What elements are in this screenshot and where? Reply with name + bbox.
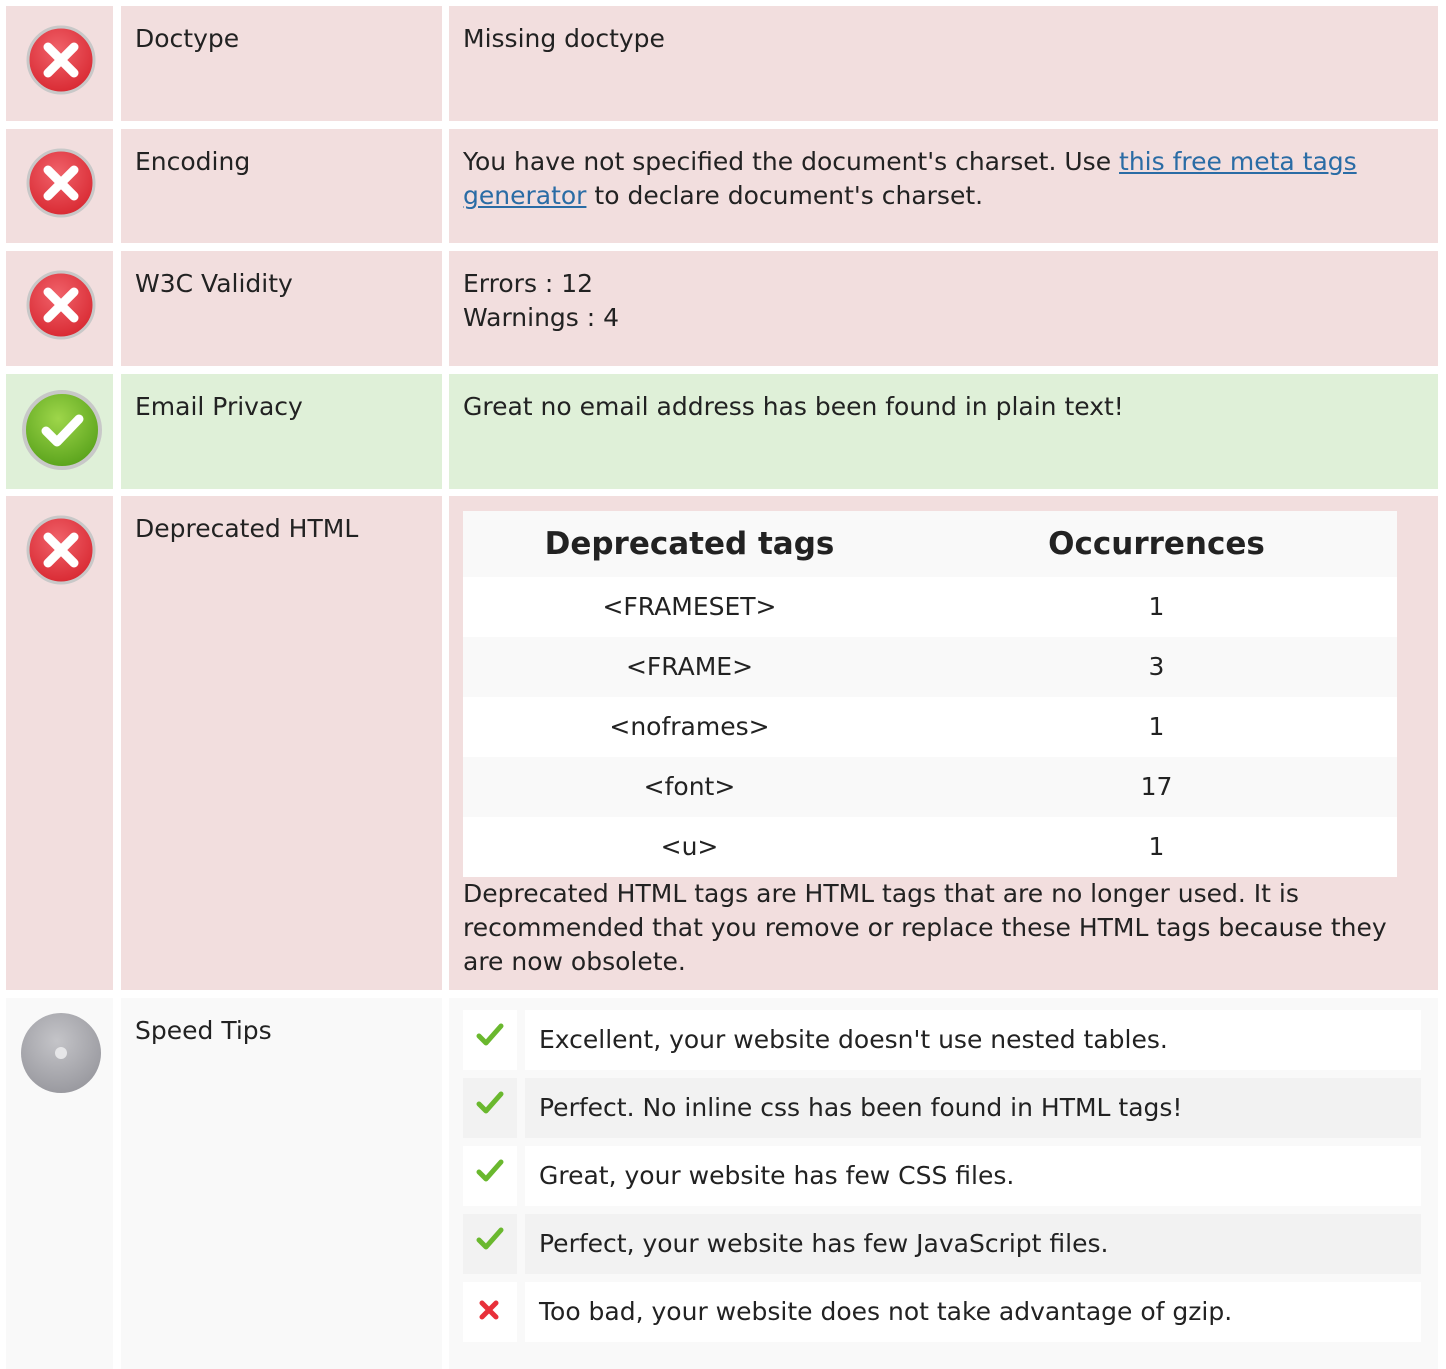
doctype-message: Missing doctype bbox=[463, 24, 665, 53]
tip-text: Great, your website has few CSS files. bbox=[525, 1146, 1421, 1206]
error-cross-icon bbox=[25, 269, 97, 341]
error-cross-icon bbox=[25, 24, 97, 96]
seo-report: Doctype Missing doctype Encoding You hav… bbox=[0, 0, 1446, 1369]
status-cell bbox=[6, 129, 113, 243]
list-item: Too bad, your website does not take adva… bbox=[463, 1282, 1421, 1350]
encoding-message-start: You have not specified the document's ch… bbox=[463, 147, 1120, 176]
tip-text: Perfect. No inline css has been found in… bbox=[525, 1078, 1421, 1138]
list-item: Great, your website has few CSS files. bbox=[463, 1146, 1421, 1214]
tag-cell: <u> bbox=[463, 817, 916, 877]
deprecated-description: Deprecated HTML tags are HTML tags that … bbox=[463, 879, 1387, 976]
row-label: Speed Tips bbox=[121, 998, 442, 1369]
speed-tips-list: Excellent, your website doesn't use nest… bbox=[463, 1010, 1421, 1350]
w3c-errors: Errors : 12 bbox=[463, 269, 594, 298]
list-item: Perfect. No inline css has been found in… bbox=[463, 1078, 1421, 1146]
tip-text: Excellent, your website doesn't use nest… bbox=[525, 1010, 1421, 1070]
table-row: <noframes> 1 bbox=[463, 697, 1397, 757]
check-icon bbox=[463, 1214, 517, 1274]
check-icon bbox=[463, 1010, 517, 1070]
row-value: Great no email address has been found in… bbox=[449, 374, 1438, 489]
status-cell bbox=[6, 6, 113, 121]
row-label: Email Privacy bbox=[121, 374, 442, 489]
tag-cell: <font> bbox=[463, 757, 916, 817]
count-cell: 1 bbox=[916, 577, 1397, 637]
row-label: Encoding bbox=[121, 129, 442, 243]
table-row: <u> 1 bbox=[463, 817, 1397, 877]
cross-icon bbox=[463, 1282, 517, 1342]
deprecated-tags-table: Deprecated tags Occurrences <FRAMESET> 1… bbox=[463, 511, 1397, 877]
row-speed-tips: Speed Tips Excellent, your website doesn… bbox=[0, 998, 1446, 1369]
tip-text: Too bad, your website does not take adva… bbox=[525, 1282, 1421, 1342]
row-label: Doctype bbox=[121, 6, 442, 121]
row-value: You have not specified the document's ch… bbox=[449, 129, 1438, 243]
tip-text: Perfect, your website has few JavaScript… bbox=[525, 1214, 1421, 1274]
status-cell bbox=[6, 998, 113, 1369]
row-encoding: Encoding You have not specified the docu… bbox=[0, 129, 1446, 243]
check-icon bbox=[463, 1146, 517, 1206]
count-cell: 17 bbox=[916, 757, 1397, 817]
row-value: Missing doctype bbox=[449, 6, 1438, 121]
success-check-icon bbox=[20, 388, 104, 472]
encoding-message-end: to declare document's charset. bbox=[586, 181, 984, 210]
table-header-row: Deprecated tags Occurrences bbox=[463, 511, 1397, 577]
count-cell: 1 bbox=[916, 817, 1397, 877]
tag-cell: <FRAMESET> bbox=[463, 577, 916, 637]
row-value: Deprecated tags Occurrences <FRAMESET> 1… bbox=[449, 496, 1438, 990]
row-w3c-validity: W3C Validity Errors : 12 Warnings : 4 bbox=[0, 251, 1446, 366]
tag-cell: <noframes> bbox=[463, 697, 916, 757]
row-email-privacy: Email Privacy Great no email address has… bbox=[0, 374, 1446, 489]
list-item: Excellent, your website doesn't use nest… bbox=[463, 1010, 1421, 1078]
check-icon bbox=[463, 1078, 517, 1138]
count-cell: 1 bbox=[916, 697, 1397, 757]
email-message: Great no email address has been found in… bbox=[463, 392, 1124, 421]
status-cell bbox=[6, 496, 113, 990]
row-doctype: Doctype Missing doctype bbox=[0, 6, 1446, 121]
column-header: Occurrences bbox=[916, 511, 1397, 577]
neutral-dot-icon bbox=[20, 1012, 102, 1094]
error-cross-icon bbox=[25, 147, 97, 219]
table-row: <font> 17 bbox=[463, 757, 1397, 817]
column-header: Deprecated tags bbox=[463, 511, 916, 577]
tag-cell: <FRAME> bbox=[463, 637, 916, 697]
row-label: Deprecated HTML bbox=[121, 496, 442, 990]
count-cell: 3 bbox=[916, 637, 1397, 697]
row-value: Errors : 12 Warnings : 4 bbox=[449, 251, 1438, 366]
table-row: <FRAMESET> 1 bbox=[463, 577, 1397, 637]
row-deprecated-html: Deprecated HTML Deprecated tags Occurren… bbox=[0, 496, 1446, 990]
row-label: W3C Validity bbox=[121, 251, 442, 366]
list-item: Perfect, your website has few JavaScript… bbox=[463, 1214, 1421, 1282]
w3c-warnings: Warnings : 4 bbox=[463, 303, 620, 332]
table-row: <FRAME> 3 bbox=[463, 637, 1397, 697]
status-cell bbox=[6, 374, 113, 489]
error-cross-icon bbox=[25, 514, 97, 586]
status-cell bbox=[6, 251, 113, 366]
